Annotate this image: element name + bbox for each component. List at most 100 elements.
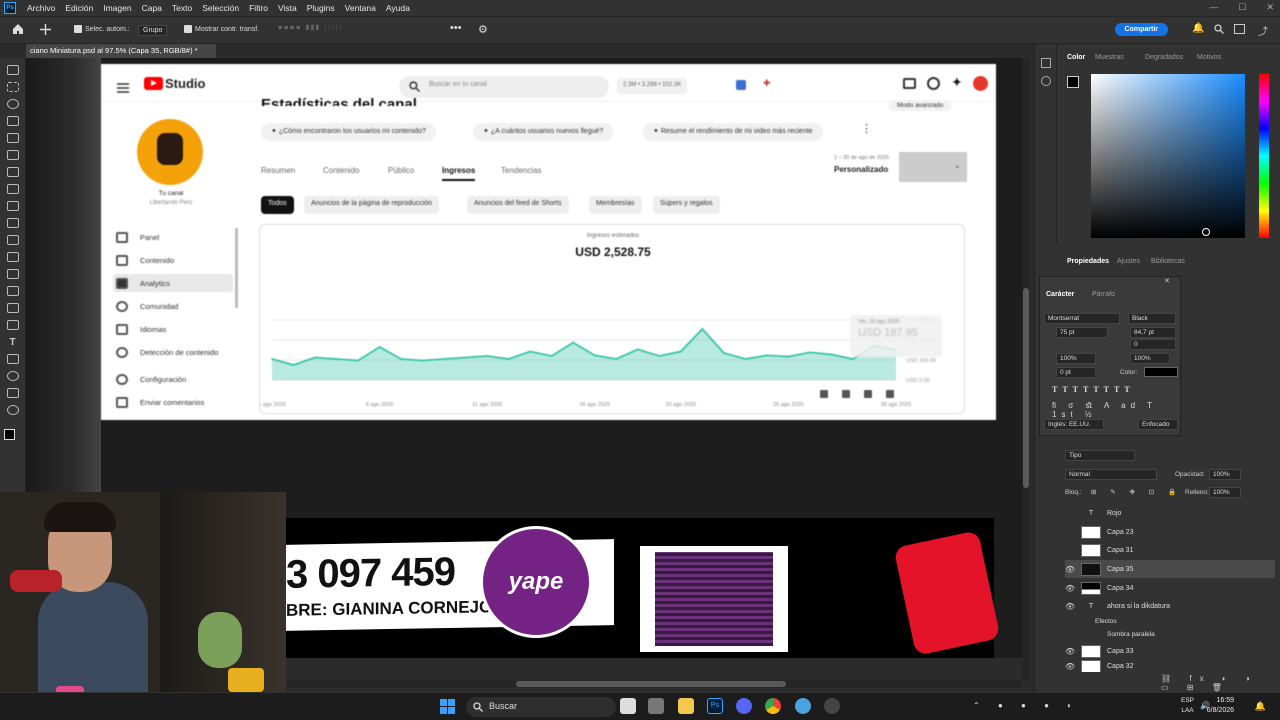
move-tool-icon[interactable]	[40, 24, 51, 35]
color-swatches[interactable]	[0, 425, 26, 451]
layer-row[interactable]: 👁 Capa 34	[1065, 579, 1275, 597]
menu-vista[interactable]: Vista	[273, 3, 302, 13]
frame-tool-icon[interactable]	[6, 150, 19, 160]
share-network-icon[interactable]: ⤴	[1258, 23, 1268, 38]
hand-tool-icon[interactable]	[6, 388, 19, 398]
font-size-field[interactable]: 75 pt	[1056, 327, 1108, 338]
eye-icon[interactable]: 👁	[1065, 602, 1075, 611]
menu-edicion[interactable]: Edición	[60, 3, 98, 13]
picker-cursor[interactable]	[1202, 228, 1210, 236]
input-language[interactable]: ESP LAA	[1181, 696, 1194, 716]
windows-start-icon[interactable]	[440, 699, 455, 714]
font-weight-select[interactable]: Black	[1128, 313, 1176, 324]
browser-icon[interactable]	[795, 698, 811, 714]
menu-filtro[interactable]: Filtro	[244, 3, 273, 13]
shape-tool-icon[interactable]	[6, 371, 19, 381]
notifications-icon[interactable]: 🔔	[1255, 701, 1266, 712]
tab-adjustments[interactable]: Ajustes	[1117, 258, 1140, 265]
app-icon[interactable]	[648, 698, 664, 714]
canvas-vertical-scrollbar[interactable]	[1022, 58, 1030, 680]
taskbar-clock[interactable]: 16:59 6/8/2026	[1207, 696, 1234, 716]
eyedropper-tool-icon[interactable]	[6, 167, 19, 177]
layer-row[interactable]: Capa 23	[1065, 523, 1275, 541]
settings-gear-icon[interactable]: ⚙	[478, 23, 488, 36]
show-transform-checkbox[interactable]: Mostrar contr. transf.	[184, 25, 259, 33]
text-color-swatch[interactable]	[1144, 367, 1178, 377]
menu-imagen[interactable]: Imagen	[98, 3, 136, 13]
menu-archivo[interactable]: Archivo	[22, 3, 60, 13]
language-select[interactable]: Inglés: EE.UU.	[1044, 419, 1104, 430]
foreground-swatch[interactable]	[1067, 76, 1079, 88]
lasso-tool-icon[interactable]	[6, 99, 19, 109]
antialias-select[interactable]: Enfocado	[1138, 419, 1178, 430]
zoom-tool-icon[interactable]	[6, 405, 19, 415]
menu-plugins[interactable]: Plugins	[302, 3, 340, 13]
lock-icons[interactable]: ⊞ ✎ ✥ ⊡ 🔒	[1091, 488, 1182, 496]
system-tray-icons[interactable]: ⌃ ● ● ● ◐	[973, 701, 1080, 710]
align-icons[interactable]: ≡ ≡ ≡ ≡ ⫴ ⫴ ⫴ ⫶ ⫶ ⫶ ⫶ ⫶	[278, 25, 341, 33]
tracking-field[interactable]: 0	[1130, 339, 1176, 350]
bell-icon[interactable]: 🔔	[1192, 23, 1204, 34]
layer-row[interactable]: T Rojo	[1065, 504, 1275, 522]
color-picker-field[interactable]	[1091, 74, 1245, 238]
tab-patterns[interactable]: Motivos	[1197, 54, 1221, 61]
history-brush-tool-icon[interactable]	[6, 235, 19, 245]
discord-icon[interactable]	[736, 698, 752, 714]
minimize-icon[interactable]: —	[1209, 2, 1218, 13]
file-explorer-icon[interactable]	[678, 698, 694, 714]
eye-icon[interactable]: 👁	[1065, 647, 1075, 656]
clone-stamp-tool-icon[interactable]	[6, 218, 19, 228]
tab-gradients[interactable]: Degradados	[1145, 54, 1183, 61]
leading-field[interactable]: 84,7 pt	[1130, 327, 1176, 338]
tab-properties[interactable]: Propiedades	[1067, 258, 1109, 265]
foreground-color-icon[interactable]	[4, 429, 15, 440]
opentype-buttons[interactable]: ﬁ σ ﬆ A ad T 1st ½	[1052, 401, 1180, 419]
history-icon[interactable]	[1040, 58, 1051, 68]
eye-icon[interactable]: 👁	[1065, 662, 1075, 671]
tab-character[interactable]: Carácter	[1046, 291, 1074, 298]
layer-row[interactable]: Capa 31	[1065, 541, 1275, 559]
layer-row[interactable]: 👁 Capa 33	[1065, 642, 1275, 660]
brush-tool-icon[interactable]	[6, 201, 19, 211]
tab-libraries[interactable]: Bibliotecas	[1151, 258, 1185, 265]
fill-field[interactable]: 100%	[1209, 487, 1241, 498]
layer-actions-bar[interactable]: ⛓ fx ◐ ◑ ▭ ⊞ 🗑	[1161, 674, 1280, 692]
pen-tool-icon[interactable]	[6, 320, 19, 330]
eye-icon[interactable]: 👁	[1065, 565, 1075, 574]
scrollbar-thumb[interactable]	[1023, 288, 1029, 488]
path-selection-tool-icon[interactable]	[6, 354, 19, 364]
menu-texto[interactable]: Texto	[167, 3, 197, 13]
blur-tool-icon[interactable]	[6, 286, 19, 296]
marquee-tool-icon[interactable]	[6, 82, 19, 92]
dodge-tool-icon[interactable]	[6, 303, 19, 313]
canvas-horizontal-scrollbar[interactable]	[286, 680, 1022, 688]
layer-row-selected[interactable]: 👁 Capa 35	[1065, 560, 1275, 578]
document-tab[interactable]: ciano Miniatura.psd al 97.5% (Capa 35, R…	[26, 44, 216, 58]
maximize-icon[interactable]: ☐	[1238, 2, 1246, 13]
font-family-select[interactable]: Montserrat	[1044, 313, 1120, 324]
app-icon[interactable]	[824, 698, 840, 714]
layer-filter-select[interactable]: Tipo	[1065, 450, 1135, 461]
healing-brush-tool-icon[interactable]	[6, 184, 19, 194]
comments-icon[interactable]	[1040, 76, 1051, 86]
home-icon[interactable]	[12, 23, 24, 35]
menu-ayuda[interactable]: Ayuda	[381, 3, 415, 13]
scrollbar-thumb[interactable]	[516, 681, 786, 687]
menu-capa[interactable]: Capa	[137, 3, 167, 13]
workspace-icon[interactable]	[1234, 24, 1246, 34]
chrome-icon[interactable]	[765, 698, 781, 714]
more-options-icon[interactable]: •••	[450, 22, 462, 34]
task-view-icon[interactable]	[620, 698, 636, 714]
taskbar-search-input[interactable]: Buscar	[466, 697, 616, 717]
hue-slider[interactable]	[1259, 74, 1269, 238]
eye-icon[interactable]: 👁	[1065, 584, 1075, 593]
move-tool-icon[interactable]	[6, 65, 19, 75]
gradient-tool-icon[interactable]	[6, 269, 19, 279]
blend-mode-select[interactable]: Normal	[1065, 469, 1157, 480]
type-style-buttons[interactable]: TTTTTTTT	[1052, 385, 1135, 394]
search-icon[interactable]	[1214, 24, 1224, 34]
eraser-tool-icon[interactable]	[6, 252, 19, 262]
tab-swatches[interactable]: Muestras	[1095, 54, 1124, 61]
menu-ventana[interactable]: Ventana	[340, 3, 381, 13]
close-icon[interactable]: ✕	[1266, 2, 1274, 13]
